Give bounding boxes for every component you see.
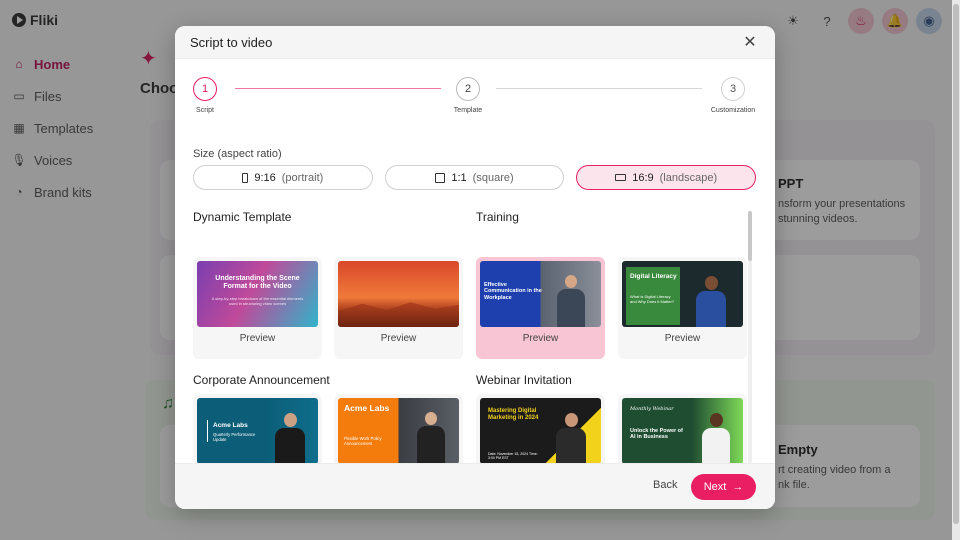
step-template[interactable]: 2 Template xyxy=(438,77,498,114)
preview-label: Preview xyxy=(664,333,701,344)
presenter-figure xyxy=(414,412,448,463)
template-card-desert[interactable]: Preview xyxy=(334,257,463,359)
template-card-ai-business[interactable]: Monthly Webinar Unlock the Power of AI i… xyxy=(618,394,747,463)
size-square-button[interactable]: 1:1 (square) xyxy=(384,165,565,190)
step-customization[interactable]: 3 Customization xyxy=(703,77,763,114)
size-ratio: 16:9 xyxy=(632,171,654,184)
dialog-title: Script to video xyxy=(190,34,273,50)
square-icon xyxy=(435,172,446,183)
thumb-title: Effective Communication in the Workplace xyxy=(484,282,542,301)
thumb-title: Unlock the Power of AI in Business xyxy=(630,428,683,441)
thumb-title: Acme Labs xyxy=(213,422,248,429)
template-thumbnail: Mastering Digital Marketing in 2024 Date… xyxy=(480,398,601,463)
step-number: 1 xyxy=(193,77,217,101)
thumb-title: Understanding the Scene Format for the V… xyxy=(215,275,300,291)
step-label: Script xyxy=(196,107,214,114)
size-desc: (landscape) xyxy=(659,171,718,184)
size-portrait-button[interactable]: 9:16 (portrait) xyxy=(193,165,373,190)
category-title-corporate: Corporate Announcement xyxy=(193,373,330,387)
close-icon: ✕ xyxy=(743,34,757,51)
template-list[interactable]: Dynamic Template Training Understanding … xyxy=(193,207,758,463)
size-desc: (portrait) xyxy=(281,171,324,184)
portrait-icon xyxy=(242,172,249,183)
size-ratio: 1:1 xyxy=(451,171,467,184)
arrow-right-icon: → xyxy=(732,481,744,493)
category-title-dynamic: Dynamic Template xyxy=(193,210,292,224)
preview-label: Preview xyxy=(380,333,417,344)
template-card-acme-quarterly[interactable]: Acme Labs Quarterly Performance Update xyxy=(193,394,322,463)
page-scrollbar-thumb[interactable] xyxy=(953,4,959,524)
template-card-digital-literacy[interactable]: Digital Literacy What is Digital Literac… xyxy=(618,257,747,359)
step-number: 3 xyxy=(721,77,745,101)
aspect-ratio-label: Size (aspect ratio) xyxy=(193,148,282,160)
template-card-acme-flexible[interactable]: Acme Labs Flexible Work Policy Announcem… xyxy=(334,394,463,463)
page-scrollbar[interactable] xyxy=(952,0,960,540)
thumb-date: Date: November 15, 2024 Time: 3:00 PM ES… xyxy=(488,452,538,461)
presenter-figure xyxy=(273,413,307,463)
preview-label: Preview xyxy=(239,333,276,344)
step-script[interactable]: 1 Script xyxy=(175,77,235,114)
desert-mountains-shape xyxy=(338,302,459,327)
template-thumbnail: Understanding the Scene Format for the V… xyxy=(197,261,318,327)
thumb-script-title: Monthly Webinar xyxy=(630,406,674,412)
thumb-subtitle: What is Digital Literacy and Why Does it… xyxy=(630,294,675,304)
thumb-subtitle: Flexible Work Policy Announcement xyxy=(344,436,382,447)
template-thumbnail: Digital Literacy What is Digital Literac… xyxy=(622,261,743,327)
step-label: Customization xyxy=(710,107,756,114)
dialog-header: Script to video ✕ xyxy=(175,26,775,59)
template-thumbnail: Acme Labs Flexible Work Policy Announcem… xyxy=(338,398,459,463)
script-to-video-dialog: Script to video ✕ 1 Script 2 Template 3 … xyxy=(175,26,775,509)
thumb-title: Mastering Digital Marketing in 2024 xyxy=(488,408,539,421)
next-button[interactable]: Next → xyxy=(691,474,756,500)
template-thumbnail: Effective Communication in the Workplace xyxy=(480,261,601,327)
step-label: Template xyxy=(453,107,483,114)
template-list-scrollbar[interactable] xyxy=(748,211,752,463)
close-button[interactable]: ✕ xyxy=(741,32,759,52)
size-desc: (square) xyxy=(472,171,514,184)
step-connector-1 xyxy=(235,88,441,89)
accent-divider xyxy=(207,420,208,442)
thumb-subtitle: A step-by-step breakdown of the essentia… xyxy=(211,296,304,306)
thumb-title: Acme Labs xyxy=(344,403,390,413)
thumb-subtitle: Quarterly Performance Update xyxy=(213,432,256,443)
presenter-figure xyxy=(694,276,728,327)
thumb-title: Digital Literacy xyxy=(630,273,677,280)
step-number: 2 xyxy=(456,77,480,101)
aspect-ratio-selector: 9:16 (portrait) 1:1 (square) 16:9 (lands… xyxy=(193,165,757,190)
template-card-digital-marketing[interactable]: Mastering Digital Marketing in 2024 Date… xyxy=(476,394,605,463)
dialog-footer: Back Next → xyxy=(175,463,775,509)
presenter-figure xyxy=(554,413,588,463)
preview-label: Preview xyxy=(522,333,559,344)
category-title-webinar: Webinar Invitation xyxy=(476,373,572,387)
template-thumbnail: Monthly Webinar Unlock the Power of AI i… xyxy=(622,398,743,463)
category-title-training: Training xyxy=(476,210,519,224)
wizard-stepper: 1 Script 2 Template 3 Customization xyxy=(193,77,757,117)
template-thumbnail xyxy=(338,261,459,327)
presenter-figure xyxy=(700,413,732,463)
step-connector-2 xyxy=(496,88,702,89)
back-button[interactable]: Back xyxy=(653,479,677,491)
template-list-scrollbar-thumb[interactable] xyxy=(748,211,752,261)
landscape-icon xyxy=(615,174,627,181)
size-ratio: 9:16 xyxy=(254,171,276,184)
next-button-label: Next xyxy=(703,481,727,493)
template-card-effective-communication[interactable]: Effective Communication in the Workplace… xyxy=(476,257,605,359)
size-landscape-button[interactable]: 16:9 (landscape) xyxy=(576,165,757,190)
presenter-figure xyxy=(556,275,586,327)
template-card-scene-format[interactable]: Understanding the Scene Format for the V… xyxy=(193,257,322,359)
template-thumbnail: Acme Labs Quarterly Performance Update xyxy=(197,398,318,463)
